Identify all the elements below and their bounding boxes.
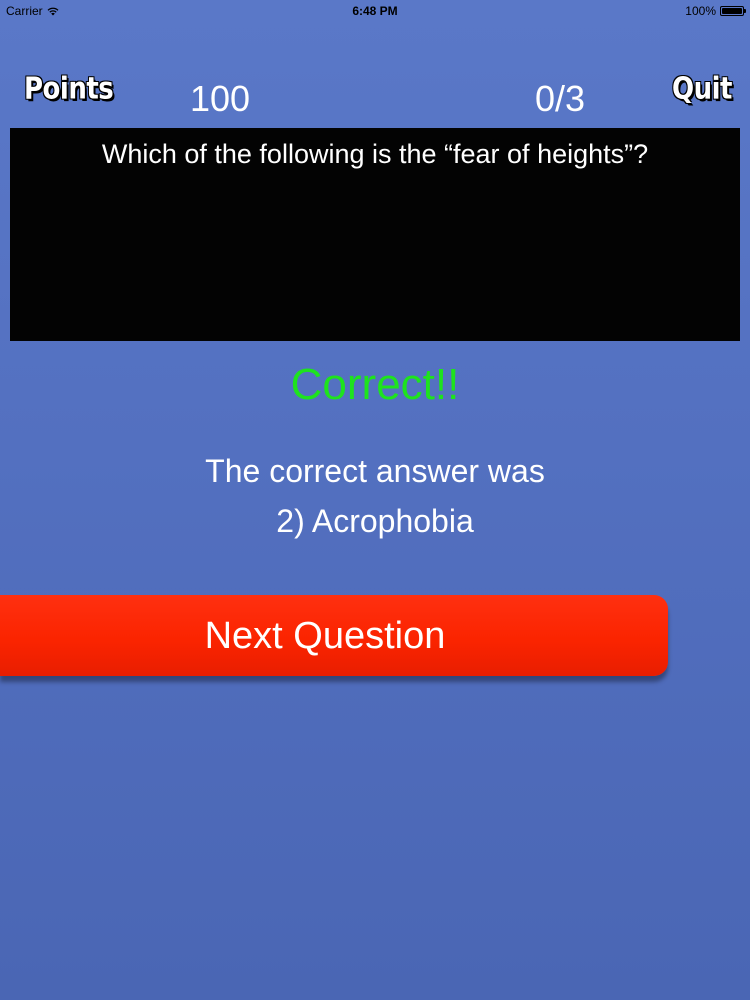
- status-right: 100%: [685, 4, 746, 18]
- battery-percent: 100%: [685, 4, 716, 18]
- battery-icon: [720, 6, 746, 16]
- question-panel: Which of the following is the “fear of h…: [10, 128, 740, 341]
- next-question-button[interactable]: Next Question: [0, 595, 668, 676]
- answer-intro: The correct answer was: [205, 453, 545, 489]
- result-status: Correct!!: [290, 360, 460, 409]
- quit-button[interactable]: Quit: [672, 72, 732, 107]
- points-label: Points: [24, 72, 114, 107]
- question-text: Which of the following is the “fear of h…: [101, 139, 649, 169]
- status-time: 6:48 PM: [352, 4, 398, 18]
- correct-answer: 2) Acrophobia: [276, 503, 474, 539]
- status-bar: Carrier 6:48 PM 100%: [0, 0, 750, 22]
- question-progress: 0/3: [535, 78, 586, 119]
- next-question-label: Next Question: [204, 615, 446, 657]
- score-value: 100: [190, 78, 251, 119]
